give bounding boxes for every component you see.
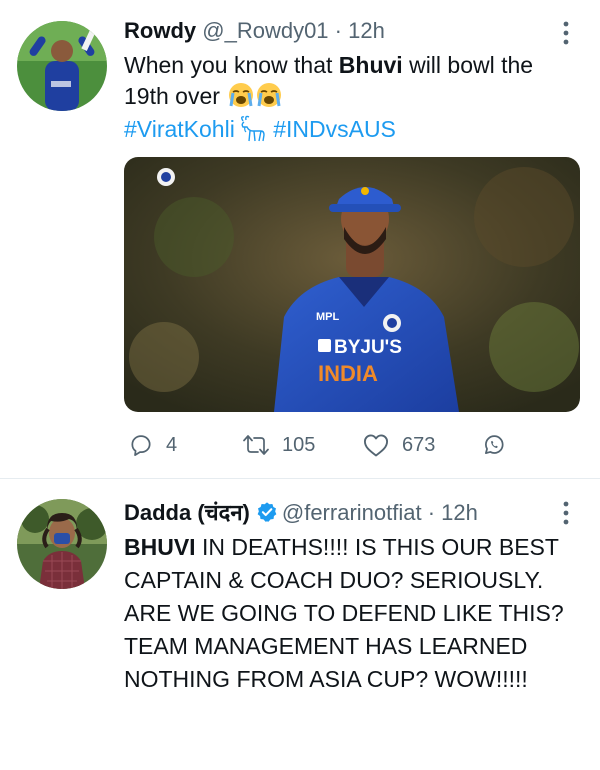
whatsapp-icon — [485, 435, 504, 454]
author-name[interactable]: Rowdy — [124, 18, 196, 43]
author-handle[interactable]: @_Rowdy01 — [202, 18, 328, 43]
retweet-icon — [243, 435, 269, 455]
author-handle[interactable]: @ferrarinotfiat — [282, 500, 422, 525]
tweet-timestamp[interactable]: 12h — [441, 500, 478, 525]
tweet-2-text: BHUVI IN DEATHS!!!! IS THIS OUR BEST CAP… — [124, 531, 564, 696]
crying-face-icon — [228, 82, 254, 108]
jersey-sponsor: BYJU'S — [334, 337, 402, 358]
hashtag-viratkohli[interactable]: #ViratKohli — [124, 116, 235, 142]
tweet-1-text: When you know that Bhuvi will bowl the 1… — [124, 50, 584, 112]
like-count: 673 — [402, 433, 436, 456]
reply-icon — [131, 435, 151, 456]
tweet-image[interactable]: MPL BYJU'S INDIA — [124, 157, 580, 412]
crying-face-icon — [256, 82, 282, 108]
goat-icon — [237, 115, 267, 143]
tweet-2-header: Dadda (चंदन) @ferrarinotfiat · 12h — [124, 500, 478, 526]
reply-count: 4 — [166, 433, 178, 456]
hashtags: #ViratKohli #INDvsAUS — [124, 114, 396, 145]
share-button[interactable] — [481, 428, 507, 462]
like-button[interactable]: 673 — [362, 428, 435, 462]
more-options-icon[interactable] — [556, 18, 576, 48]
retweet-count: 105 — [282, 433, 316, 456]
jersey-team: INDIA — [318, 361, 378, 386]
separator-dot: · — [427, 500, 436, 525]
more-options-icon[interactable] — [556, 498, 576, 528]
separator-dot: · — [334, 18, 342, 43]
avatar[interactable] — [17, 499, 107, 589]
tweet-text-bold: BHUVI — [124, 534, 196, 560]
avatar[interactable] — [17, 21, 107, 111]
reply-button[interactable]: 4 — [128, 428, 177, 462]
verified-badge-icon — [256, 501, 278, 523]
jersey-sponsor-top: MPL — [316, 311, 340, 323]
tweet-actions: 4 105 673 — [124, 428, 580, 462]
hashtag-indvsaus[interactable]: #INDvsAUS — [273, 116, 396, 142]
author-name[interactable]: Dadda (चंदन) — [124, 500, 250, 525]
retweet-button[interactable]: 105 — [242, 428, 315, 462]
tweet-text-bold: Bhuvi — [338, 52, 403, 78]
heart-icon — [363, 434, 389, 457]
tweet-timestamp[interactable]: 12h — [348, 18, 385, 43]
tweet-1-header: Rowdy @_Rowdy01 · 12h — [124, 18, 385, 44]
tweet-text-pre: When you know that — [124, 52, 339, 78]
